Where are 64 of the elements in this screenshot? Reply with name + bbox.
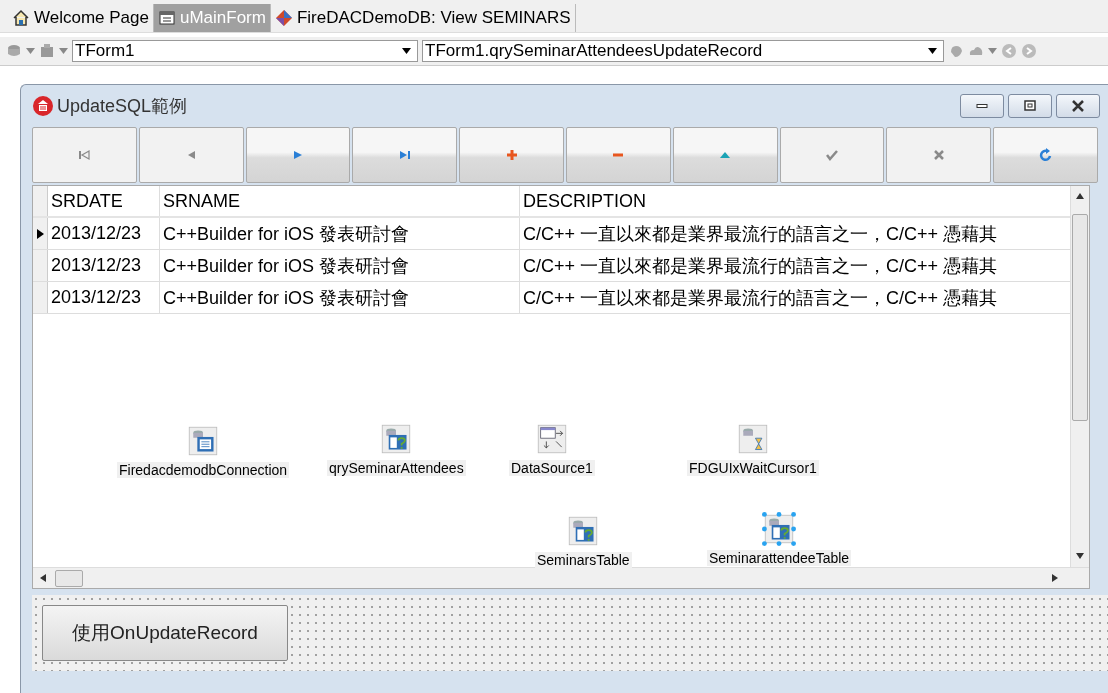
navigator-button[interactable] <box>245 127 351 183</box>
caret-icon[interactable] <box>59 48 68 54</box>
skip-back-icon <box>77 148 92 162</box>
table-cell-text: C/C++ 一直以來都是業界最流行的語言之一，C/C++ 憑藉其 <box>522 222 999 246</box>
caret-icon[interactable] <box>988 48 997 54</box>
caret-icon <box>928 48 937 54</box>
vertical-scrollbar[interactable] <box>1070 186 1089 568</box>
table-cell: 2013/12/23 <box>48 282 160 313</box>
update-record-button[interactable]: 使用OnUpdateRecord <box>42 605 288 661</box>
table-cell-text: C/C++ 一直以來都是業界最流行的語言之一，C/C++ 憑藉其 <box>522 254 999 278</box>
maximize-icon <box>1023 99 1037 113</box>
house-icon <box>12 9 30 27</box>
minimize-button[interactable] <box>960 94 1004 118</box>
scroll-thumb[interactable] <box>55 570 83 587</box>
component-label: SeminarsTable <box>535 552 632 568</box>
column-header[interactable]: SRNAME <box>160 186 520 216</box>
caret-icon <box>402 48 411 54</box>
scroll-left-icon[interactable] <box>39 574 47 582</box>
navigator-button[interactable] <box>352 127 458 183</box>
column-header[interactable]: DESCRIPTION <box>520 186 1072 216</box>
app-icon <box>33 96 53 116</box>
component-label: FDGUIxWaitCursor1 <box>687 460 819 476</box>
back-icon[interactable] <box>1001 43 1017 59</box>
navigator-button[interactable] <box>459 127 564 183</box>
navigator-button[interactable] <box>672 127 778 183</box>
diamond-icon <box>274 9 293 27</box>
cross-icon <box>931 148 946 162</box>
minimize-icon <box>975 104 989 108</box>
current-row-icon <box>36 228 44 239</box>
table-cell: C++Builder for iOS 發表研討會 <box>160 282 520 313</box>
dropdown-field[interactable]: TForm1 <box>72 40 418 62</box>
forward-icon[interactable] <box>1021 43 1037 59</box>
maximize-button[interactable] <box>1008 94 1052 118</box>
table-query-icon[interactable] <box>762 512 797 546</box>
scroll-thumb[interactable] <box>1072 214 1088 421</box>
caret-icon[interactable] <box>26 48 35 54</box>
close-button[interactable] <box>1056 94 1100 118</box>
navigator-button[interactable] <box>566 127 671 183</box>
editor-tab[interactable]: Welcome Page <box>8 4 154 32</box>
component-label: SeminarattendeeTable <box>707 550 852 566</box>
navigator-button[interactable] <box>993 127 1098 183</box>
editor-tab[interactable]: FireDACDemoDB: View SEMINARS <box>270 4 576 32</box>
table-cell: 2013/12/23 <box>48 218 160 249</box>
horizontal-scrollbar[interactable] <box>33 567 1089 588</box>
refresh-icon <box>1038 148 1053 162</box>
table-cell: C++Builder for iOS 發表研討會 <box>160 250 520 281</box>
scroll-right-icon[interactable] <box>1051 574 1059 582</box>
window-title: UpdateSQL範例 <box>57 95 189 118</box>
dropdown-field[interactable]: TForm1.qrySeminarAttendeesUpdateRecord <box>422 40 944 62</box>
scroll-up-icon[interactable] <box>1076 192 1084 200</box>
column-header[interactable]: SRDATE <box>48 186 160 216</box>
plus-icon <box>504 148 519 162</box>
table-cell: C++Builder for iOS 發表研討會 <box>160 218 520 249</box>
skip-forward-icon <box>397 148 412 162</box>
checkmark-icon <box>824 148 839 162</box>
table-cell-text: C/C++ 一直以來都是業界最流行的語言之一，C/C++ 憑藉其 <box>522 286 999 310</box>
component-label: qrySeminarAttendees <box>327 460 466 476</box>
table-cell: 2013/12/23 <box>48 250 160 281</box>
row-indicator[interactable] <box>33 218 48 249</box>
component-label: FiredacdemodbConnection <box>117 462 290 478</box>
scroll-down-icon[interactable] <box>1076 552 1084 560</box>
component-label: DataSource1 <box>509 460 595 476</box>
close-icon <box>1071 99 1085 113</box>
form-icon <box>157 9 176 27</box>
